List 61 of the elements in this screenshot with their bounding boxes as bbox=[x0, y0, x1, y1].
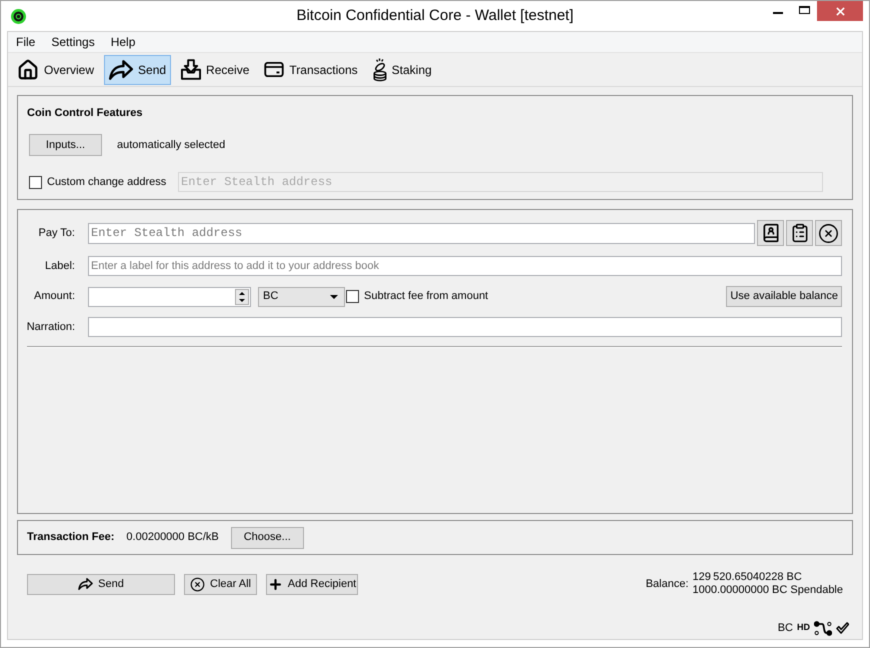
window-title: Bitcoin Confidential Core - Wallet [testnet] bbox=[296, 6, 574, 26]
address-book-button[interactable] bbox=[757, 220, 784, 246]
group-title: Coin Control Features bbox=[27, 106, 143, 121]
up-triangle-icon bbox=[239, 292, 245, 294]
remove-button[interactable] bbox=[815, 220, 842, 246]
nav-tab[interactable]: Staking bbox=[368, 54, 437, 84]
balance-spendable: 1000.00000000 BC Spendable bbox=[692, 584, 843, 597]
send-button[interactable]: Send bbox=[27, 574, 175, 594]
menu-item[interactable]: Settings bbox=[43, 32, 103, 52]
nav-tab[interactable]: Receive bbox=[176, 54, 254, 84]
caret-icon bbox=[330, 294, 338, 298]
narration-field[interactable] bbox=[88, 317, 842, 337]
nav-tab[interactable]: Overview bbox=[12, 54, 100, 84]
hd-label: HD bbox=[797, 621, 810, 634]
inbox-arrow-icon bbox=[181, 59, 202, 80]
checkbox-label: Custom change address bbox=[47, 174, 166, 190]
add-recipient-button[interactable]: Add Recipient bbox=[266, 574, 358, 594]
card-icon bbox=[264, 62, 284, 77]
circle-x-icon bbox=[818, 222, 839, 244]
close-button[interactable] bbox=[817, 1, 863, 21]
clear-all-button[interactable]: Clear All bbox=[184, 574, 257, 594]
curved-arrow-icon bbox=[78, 578, 94, 590]
label-field[interactable]: Enter a label for this address to add it to your address book bbox=[88, 256, 842, 276]
curved-arrow-icon bbox=[109, 60, 134, 80]
menu-item[interactable]: File bbox=[8, 32, 44, 52]
fee-label: Transaction Fee: bbox=[27, 530, 114, 546]
nav-tab[interactable]: Transactions bbox=[259, 54, 363, 84]
network-icon bbox=[814, 620, 832, 636]
circle-x-icon bbox=[190, 576, 206, 592]
checkbox[interactable] bbox=[346, 290, 359, 303]
house-icon bbox=[17, 58, 39, 80]
choose-button[interactable]: Choose... bbox=[230, 526, 304, 548]
fee-value: 0.00200000 BC/kB bbox=[126, 530, 219, 546]
coin-stack-icon bbox=[372, 58, 387, 82]
nav-tab[interactable]: Send bbox=[104, 54, 172, 84]
balance-label: Balance: bbox=[646, 576, 689, 592]
checkbox-label: Subtract fee from amount bbox=[364, 289, 488, 304]
check-icon bbox=[836, 622, 849, 634]
minimize-icon bbox=[773, 12, 783, 14]
amount-field[interactable] bbox=[88, 286, 251, 306]
balance-total: 129 520.65040228 BC bbox=[692, 571, 803, 584]
close-icon bbox=[836, 6, 844, 16]
field-label: Amount: bbox=[33, 289, 75, 304]
spin-control[interactable] bbox=[235, 288, 249, 304]
plus-icon bbox=[268, 576, 283, 592]
menu-item[interactable]: Help bbox=[102, 32, 144, 52]
field-label: Label: bbox=[44, 258, 75, 274]
unit-label: BC bbox=[778, 620, 793, 636]
address-field[interactable]: Enter Stealth address bbox=[88, 222, 755, 244]
field-label: Pay To: bbox=[38, 226, 75, 241]
address-book-icon bbox=[760, 223, 780, 243]
down-triangle-icon bbox=[239, 298, 245, 302]
paste-button[interactable] bbox=[786, 220, 813, 246]
clipboard-icon bbox=[790, 223, 810, 243]
unit-dropdown[interactable]: BC bbox=[258, 286, 345, 306]
maximize-icon bbox=[798, 6, 810, 14]
field-label: Narration: bbox=[26, 320, 75, 335]
use-balance-button[interactable]: Use available balance bbox=[726, 286, 842, 307]
selection-status: automatically selected bbox=[117, 138, 226, 153]
app-logo-icon bbox=[11, 9, 26, 24]
inputs-button[interactable]: Inputs... bbox=[29, 134, 102, 156]
